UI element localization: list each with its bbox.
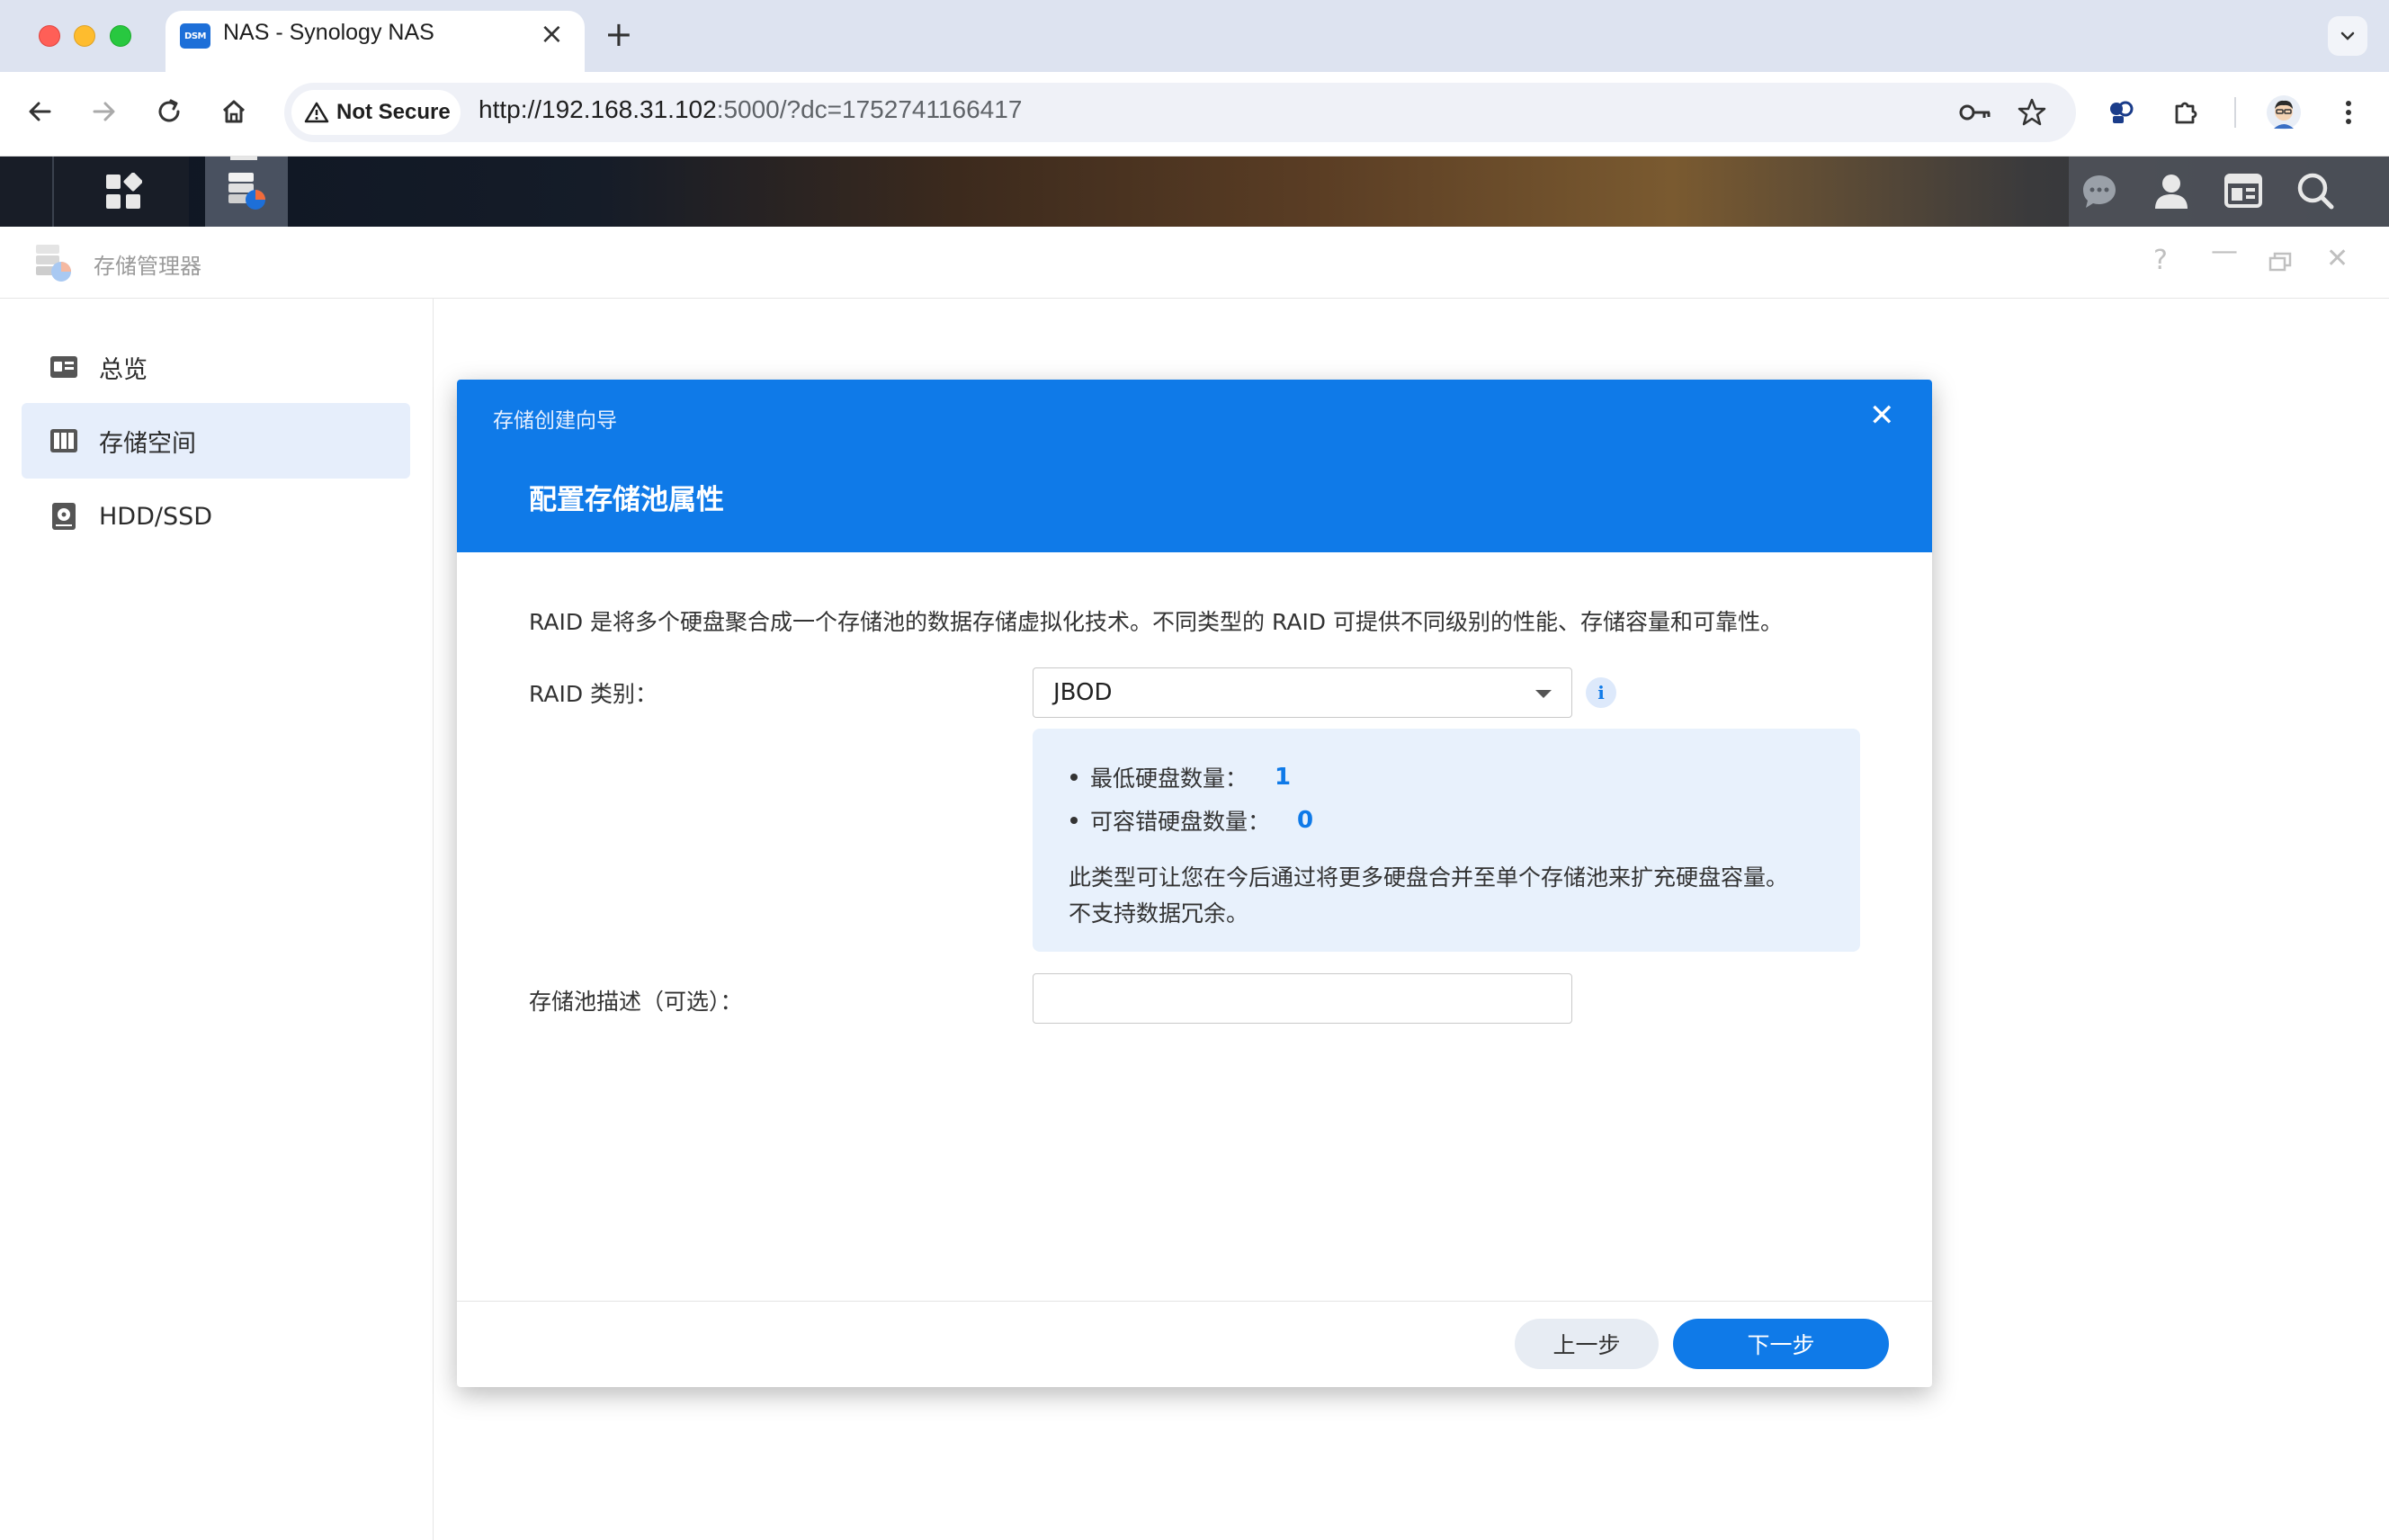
storage-manager-app-icon: [32, 243, 76, 288]
sidebar-item-label: 总览: [99, 355, 148, 384]
sidebar-item-label: 存储空间: [99, 429, 196, 458]
extensions-puzzle-icon[interactable]: [2168, 94, 2206, 131]
next-step-button[interactable]: 下一步: [1673, 1319, 1889, 1369]
window-minimize-button[interactable]: [74, 25, 95, 47]
security-chip[interactable]: Not Secure: [291, 90, 461, 135]
fault-tolerance-label: 可容错硬盘数量：: [1090, 809, 1271, 835]
raid-type-select[interactable]: JBOD: [1033, 667, 1572, 718]
info-icon[interactable]: i: [1586, 677, 1616, 708]
search-icon[interactable]: [2295, 171, 2335, 214]
bullet-dot: [1070, 817, 1078, 824]
main-menu-icon[interactable]: [104, 172, 143, 214]
dialog-close-icon[interactable]: ✕: [1869, 398, 1895, 434]
sidebar-item-overview[interactable]: 总览: [22, 329, 410, 405]
bookmark-star-icon[interactable]: [2013, 94, 2051, 131]
fault-tolerance-value: 0: [1297, 807, 1314, 834]
dialog-header: [457, 380, 1932, 552]
wizard-title: 存储创建向导: [493, 409, 617, 433]
sidebar-item-storage[interactable]: 存储空间: [22, 403, 410, 479]
back-icon[interactable]: [18, 90, 61, 133]
sidebar-item-label: HDD/SSD: [99, 502, 213, 531]
toolbar-divider: [2234, 97, 2236, 128]
raid-description: RAID 是将多个硬盘聚合成一个存储池的数据存储虚拟化技术。不同类型的 RAID…: [529, 609, 1784, 635]
close-icon[interactable]: ✕: [2326, 243, 2349, 274]
url-host: http://192.168.31.102: [479, 95, 717, 123]
tab-close-icon[interactable]: ×: [540, 16, 564, 50]
taskbar-divider: [52, 157, 54, 227]
user-icon[interactable]: [2152, 171, 2191, 214]
dsm-taskbar: [0, 157, 2389, 227]
warning-icon: [304, 102, 329, 123]
url-path: :5000/?dc=1752741166417: [716, 95, 1023, 123]
reload-icon[interactable]: [148, 90, 191, 133]
minimize-icon[interactable]: —: [2211, 236, 2238, 267]
app-window-header: [0, 227, 2389, 299]
bullet-dot: [1070, 774, 1078, 781]
window-zoom-button[interactable]: [110, 25, 131, 47]
chevron-down-icon[interactable]: [1535, 690, 1552, 698]
restore-icon[interactable]: [2268, 252, 2292, 275]
sidebar-item-hdd-ssd[interactable]: HDD/SSD: [22, 479, 410, 554]
disk-icon: [52, 503, 76, 530]
min-disks-value: 1: [1275, 764, 1292, 791]
app-title: 存储管理器: [94, 254, 201, 279]
security-chip-label: Not Secure: [336, 100, 451, 124]
help-icon[interactable]: ?: [2153, 245, 2168, 276]
dialog-heading: 配置存储池属性: [529, 484, 724, 516]
raid-note-line-1: 此类型可让您在今后通过将更多硬盘合并至单个存储池来扩充硬盘容量。: [1069, 864, 1789, 891]
overview-icon: [50, 356, 77, 378]
profile-avatar-icon[interactable]: [2265, 94, 2303, 131]
raid-note-line-2: 不支持数据冗余。: [1069, 900, 1249, 927]
chat-bubble-icon[interactable]: [2080, 172, 2119, 215]
raid-type-label: RAID 类别：: [529, 681, 658, 707]
taskbar-active-indicator: [230, 157, 257, 160]
storage-wizard-dialog: 存储创建向导 ✕ 配置存储池属性 RAID 是将多个硬盘聚合成一个存储池的数据存…: [457, 380, 1932, 1387]
pool-description-input[interactable]: [1033, 973, 1572, 1024]
storage-manager-taskbar-icon: [225, 169, 268, 216]
dsm-favicon-icon: DSM: [180, 23, 210, 49]
fault-tolerance-item: 可容错硬盘数量： 0: [1070, 804, 1313, 837]
min-disks-item: 最低硬盘数量： 1: [1070, 761, 1291, 793]
dialog-footer-divider: [457, 1301, 1932, 1302]
tab-search-chevron-icon[interactable]: [2328, 16, 2367, 56]
pool-description-label: 存储池描述（可选）：: [529, 989, 743, 1015]
previous-step-button[interactable]: 上一步: [1515, 1319, 1659, 1369]
new-tab-icon[interactable]: +: [604, 14, 633, 54]
browser-menu-icon[interactable]: [2330, 94, 2367, 131]
raid-type-value: JBOD: [1053, 679, 1113, 706]
url-text[interactable]: http://192.168.31.102:5000/?dc=175274116…: [479, 95, 1022, 124]
widgets-icon[interactable]: [2223, 171, 2263, 214]
storage-icon: [50, 429, 77, 452]
password-key-icon[interactable]: [1957, 94, 1995, 131]
forward-icon[interactable]: [83, 90, 126, 133]
extension-translate-icon[interactable]: [2103, 94, 2141, 131]
dsm-taskbar-start-area: [0, 157, 189, 227]
home-icon[interactable]: [212, 90, 255, 133]
window-close-button[interactable]: [39, 25, 60, 47]
tab-title: NAS - Synology NAS: [223, 20, 434, 45]
min-disks-label: 最低硬盘数量：: [1090, 766, 1248, 792]
